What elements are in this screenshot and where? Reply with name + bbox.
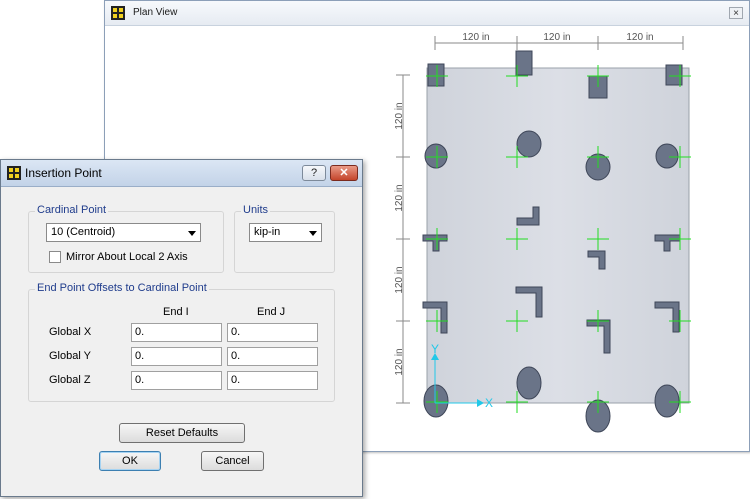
mirror-label: Mirror About Local 2 Axis: [66, 251, 188, 263]
slab-area: [426, 67, 690, 404]
global-z-end-i-field[interactable]: 0.: [131, 371, 222, 390]
app-grid-icon: [111, 6, 125, 20]
close-icon[interactable]: ×: [729, 7, 743, 19]
axis-y-label: Y: [431, 342, 439, 356]
offsets-group-label: End Point Offsets to Cardinal Point: [35, 282, 209, 294]
cardinal-point-value: 10 (Centroid): [51, 226, 116, 238]
reset-defaults-button[interactable]: Reset Defaults: [119, 423, 245, 443]
units-group: Units: [234, 204, 335, 273]
global-y-end-i-field[interactable]: 0.: [131, 347, 222, 366]
global-x-end-j-field[interactable]: 0.: [227, 323, 318, 342]
app-grid-icon: [7, 166, 21, 180]
dim-label-h3: 120 in: [626, 32, 653, 43]
cancel-button[interactable]: Cancel: [201, 451, 264, 471]
dialog-title: Insertion Point: [25, 166, 102, 180]
row-label-global-x: Global X: [49, 326, 92, 338]
row-label-global-y: Global Y: [49, 350, 91, 362]
units-value: kip-in: [254, 226, 281, 238]
dropdown-arrow-icon: [188, 231, 196, 236]
help-icon[interactable]: ?: [302, 165, 326, 181]
dim-label-v1: 120 in: [394, 102, 405, 129]
dim-label-v3: 120 in: [394, 266, 405, 293]
global-x-end-i-field[interactable]: 0.: [131, 323, 222, 342]
insertion-point-dialog: Insertion Point ? ✕ Cardinal Point 10 (C…: [0, 159, 363, 497]
cardinal-point-group: Cardinal Point: [28, 204, 224, 273]
column-end-j: End J: [257, 306, 286, 318]
global-z-end-j-field[interactable]: 0.: [227, 371, 318, 390]
row-label-global-z: Global Z: [49, 374, 91, 386]
units-group-label: Units: [241, 204, 271, 216]
cardinal-point-select[interactable]: 10 (Centroid): [46, 223, 201, 242]
ok-button[interactable]: OK: [99, 451, 161, 471]
dim-label-v4: 120 in: [394, 348, 405, 375]
dialog-titlebar: Insertion Point ? ✕: [1, 160, 362, 187]
dim-label-h1: 120 in: [462, 32, 489, 43]
cardinal-point-group-label: Cardinal Point: [35, 204, 109, 216]
units-select[interactable]: kip-in: [249, 223, 322, 242]
global-y-end-j-field[interactable]: 0.: [227, 347, 318, 366]
dropdown-arrow-icon: [309, 231, 317, 236]
axis-x-label: X: [485, 396, 493, 410]
mirror-checkbox[interactable]: [49, 251, 61, 263]
plan-view-titlebar: Plan View ×: [105, 1, 749, 26]
column-end-i: End I: [163, 306, 189, 318]
dim-label-h2: 120 in: [543, 32, 570, 43]
plan-view-title: Plan View: [133, 7, 178, 18]
close-icon[interactable]: ✕: [330, 165, 358, 181]
dim-label-v2: 120 in: [394, 184, 405, 211]
